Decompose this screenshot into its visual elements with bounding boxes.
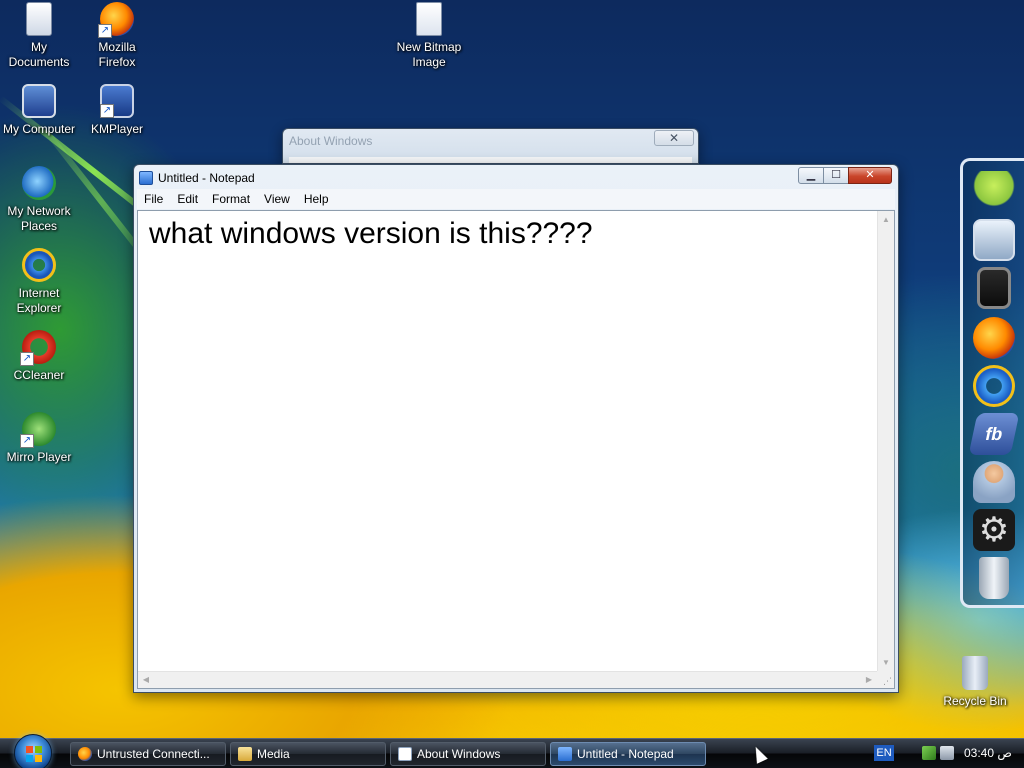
desktop-icon-label: My Network Places xyxy=(7,204,71,233)
firefox-icon[interactable] xyxy=(973,317,1015,359)
facebook-icon[interactable]: fb xyxy=(968,413,1020,455)
taskbar-item-label: Media xyxy=(257,747,290,761)
about-windows-window[interactable]: About Windows ✕ xyxy=(282,128,699,164)
android-icon[interactable] xyxy=(973,171,1015,213)
scroll-up-arrow-icon[interactable]: ▲ xyxy=(878,211,894,228)
window-body xyxy=(289,157,692,163)
menu-view[interactable]: View xyxy=(257,192,297,206)
mirro-player-icon xyxy=(20,412,56,448)
menu-edit[interactable]: Edit xyxy=(170,192,205,206)
menu-bar: File Edit Format View Help xyxy=(137,189,895,209)
desktop-icon-label: My Documents xyxy=(8,40,70,69)
desktop-icon-mozilla-firefox[interactable]: Mozilla Firefox xyxy=(75,2,159,70)
network-status-icon[interactable] xyxy=(922,746,936,760)
desktop-icon-label: Internet Explorer xyxy=(16,286,62,315)
vertical-scrollbar[interactable]: ▲ ▼ xyxy=(877,211,894,671)
desktop-icon-my-computer[interactable]: My Computer xyxy=(0,84,81,137)
taskbar-item-label: Untitled - Notepad xyxy=(577,747,674,761)
folder-icon xyxy=(238,747,252,761)
desktop-icon-internet-explorer[interactable]: Internet Explorer xyxy=(0,248,81,316)
maximize-button[interactable]: ☐ xyxy=(823,167,849,184)
bitmap-file-icon xyxy=(416,2,442,36)
application-dock: fb ⚙ xyxy=(960,158,1024,608)
taskbar-item-notepad[interactable]: Untitled - Notepad xyxy=(550,742,706,766)
desktop-icon-label: My Computer xyxy=(2,122,76,136)
firefox-icon xyxy=(78,747,92,761)
scroll-left-arrow-icon[interactable]: ◀ xyxy=(138,672,154,688)
notepad-icon xyxy=(558,747,572,761)
desktop-icon-kmplayer[interactable]: KMPlayer xyxy=(75,84,159,137)
window-title: Untitled - Notepad xyxy=(158,171,255,185)
firefox-icon xyxy=(98,2,134,38)
desktop-icon-label: Mirro Player xyxy=(6,450,72,464)
trash-can-icon[interactable] xyxy=(979,557,1009,599)
desktop-icon-label: Recycle Bin xyxy=(943,694,1007,708)
tablet-icon[interactable] xyxy=(977,267,1011,309)
desktop-icon-label: KMPlayer xyxy=(90,122,143,136)
menu-file[interactable]: File xyxy=(137,192,170,206)
documents-icon xyxy=(26,2,52,36)
notepad-window[interactable]: Untitled - Notepad ▁ ☐ ✕ File Edit Forma… xyxy=(133,164,899,693)
window-controls: ▁ ☐ ✕ xyxy=(798,167,892,184)
text-editor-area[interactable]: what windows version is this???? ▲ ▼ ◀ ▶… xyxy=(137,210,895,689)
desktop-icon-my-network-places[interactable]: My Network Places xyxy=(0,166,81,234)
desktop-icon-label: Mozilla Firefox xyxy=(98,40,136,69)
recycle-bin-icon xyxy=(962,656,988,690)
taskbar-item-about-windows[interactable]: About Windows xyxy=(390,742,546,766)
start-button[interactable] xyxy=(14,734,52,768)
taskbar-item-media[interactable]: Media xyxy=(230,742,386,766)
taskbar-item-label: Untrusted Connecti... xyxy=(97,747,210,761)
system-clock[interactable]: 03:40 ص xyxy=(964,746,1012,760)
volume-icon[interactable] xyxy=(940,746,954,760)
taskbar-item-label: About Windows xyxy=(417,747,501,761)
ccleaner-icon xyxy=(20,330,56,366)
menu-help[interactable]: Help xyxy=(297,192,336,206)
internet-explorer-icon[interactable] xyxy=(973,365,1015,407)
scroll-right-arrow-icon[interactable]: ▶ xyxy=(861,672,877,688)
system-tray xyxy=(922,746,954,760)
horizontal-scrollbar[interactable]: ◀ ▶ xyxy=(138,671,877,688)
document-text[interactable]: what windows version is this???? xyxy=(149,217,593,251)
close-button[interactable]: ✕ xyxy=(654,130,694,146)
taskbar: Untrusted Connecti... Media About Window… xyxy=(0,734,1024,768)
minimize-button[interactable]: ▁ xyxy=(798,167,824,184)
kmplayer-icon xyxy=(100,84,134,118)
menu-format[interactable]: Format xyxy=(205,192,257,206)
desktop-icon-recycle-bin[interactable]: Recycle Bin xyxy=(933,656,1017,709)
scroll-down-arrow-icon[interactable]: ▼ xyxy=(878,654,894,671)
remote-desktop-icon[interactable] xyxy=(973,219,1015,261)
title-bar[interactable]: Untitled - Notepad ▁ ☐ ✕ xyxy=(134,165,898,189)
settings-gear-icon[interactable]: ⚙ xyxy=(973,509,1015,551)
desktop-icon-my-documents[interactable]: My Documents xyxy=(0,2,81,70)
window-title: About Windows xyxy=(289,134,373,148)
desktop-icon-ccleaner[interactable]: CCleaner xyxy=(0,330,81,383)
window-icon xyxy=(398,747,412,761)
notepad-icon xyxy=(139,171,153,185)
desktop-icon-label: New Bitmap Image xyxy=(396,40,462,69)
close-button[interactable]: ✕ xyxy=(848,167,892,184)
internet-explorer-icon xyxy=(22,248,56,282)
network-icon xyxy=(22,166,56,200)
desktop-icon-mirro-player[interactable]: Mirro Player xyxy=(0,412,81,465)
computer-icon xyxy=(22,84,56,118)
support-agent-icon[interactable] xyxy=(973,461,1015,503)
resize-grip-icon[interactable]: ⋰ xyxy=(877,671,894,688)
taskbar-item-firefox[interactable]: Untrusted Connecti... xyxy=(70,742,226,766)
desktop-icon-new-bitmap-image[interactable]: New Bitmap Image xyxy=(387,2,471,70)
language-indicator[interactable]: EN xyxy=(874,745,894,761)
desktop-icon-label: CCleaner xyxy=(13,368,65,382)
